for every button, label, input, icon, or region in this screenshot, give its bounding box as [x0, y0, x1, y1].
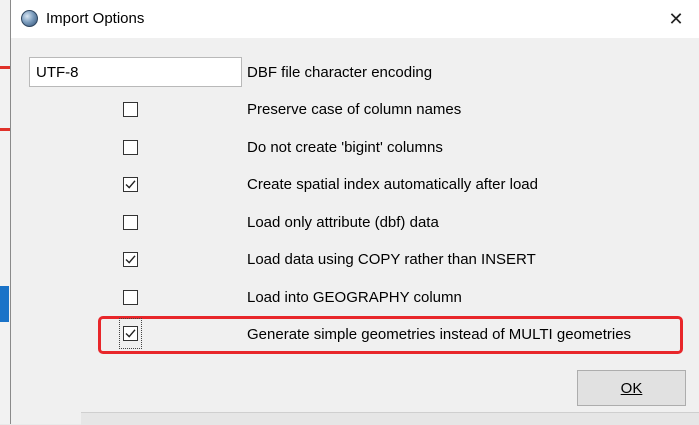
globe-icon — [21, 10, 38, 27]
checkbox-attribute-only[interactable] — [123, 215, 138, 230]
background-blue-button — [0, 286, 9, 322]
option-label: Load into GEOGRAPHY column — [247, 289, 462, 306]
encoding-input[interactable] — [29, 57, 242, 87]
encoding-label: DBF file character encoding — [247, 64, 433, 81]
option-label: Generate simple geometries instead of MU… — [247, 326, 632, 343]
checkbox-simple-geometries[interactable] — [123, 326, 138, 341]
dialog-footer-edge — [81, 412, 699, 425]
checkbox-use-copy[interactable] — [123, 252, 138, 267]
dialog-title: Import Options — [46, 10, 145, 27]
option-label: Load data using COPY rather than INSERT — [247, 251, 536, 268]
checkmark-icon — [125, 329, 136, 338]
checkbox-spatial-index[interactable] — [123, 177, 138, 192]
checkbox-no-bigint[interactable] — [123, 140, 138, 155]
ok-button[interactable]: OK — [577, 370, 686, 406]
checkbox-geography[interactable] — [123, 290, 138, 305]
checkbox-preserve-case[interactable] — [123, 102, 138, 117]
title-bar: Import Options ✕ — [11, 0, 699, 38]
option-label: Load only attribute (dbf) data — [247, 214, 439, 231]
close-button[interactable]: ✕ — [653, 0, 699, 38]
option-label: Create spatial index automatically after… — [247, 176, 538, 193]
checkmark-icon — [125, 255, 136, 264]
option-label: Do not create 'bigint' columns — [247, 139, 443, 156]
checkmark-icon — [125, 180, 136, 189]
option-label: Preserve case of column names — [247, 101, 462, 118]
import-options-dialog: Import Options ✕ DBF file character enco… — [10, 0, 699, 425]
